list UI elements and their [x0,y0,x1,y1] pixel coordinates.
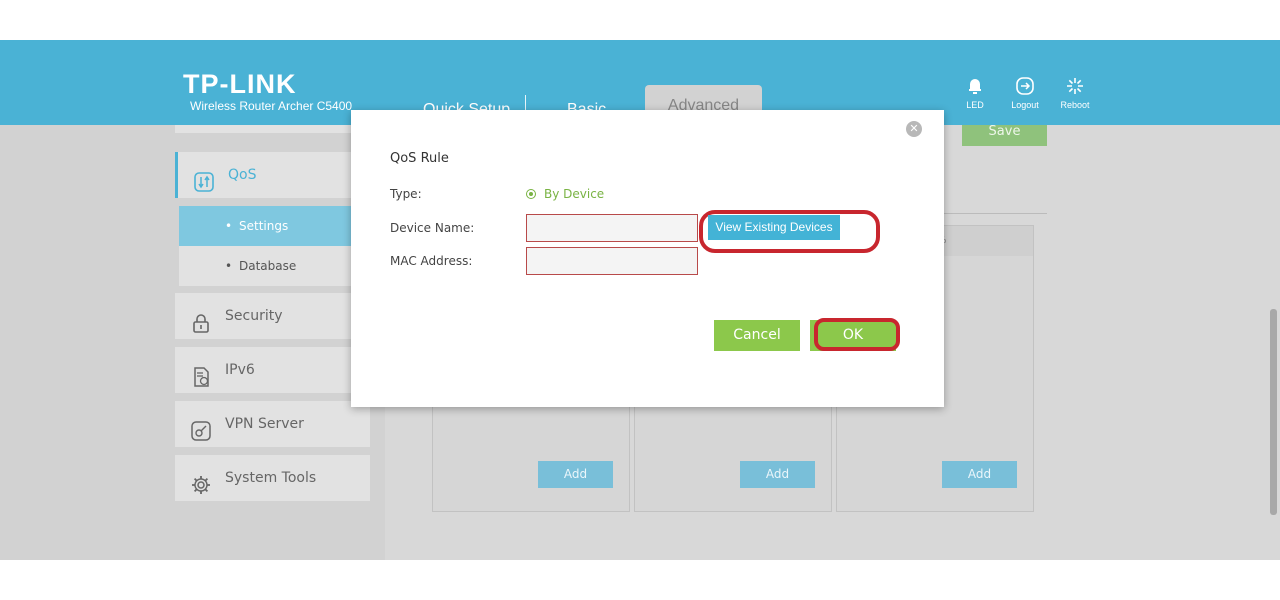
bullet: • [225,259,233,273]
sidebar-item-system-tools[interactable]: System Tools [175,455,370,501]
sidebar-item-qos[interactable]: QoS [175,152,370,198]
sidebar-subitem-database[interactable]: • Database [179,246,370,286]
reboot-icon [1055,77,1095,99]
highlight-circle [814,318,900,351]
close-icon[interactable]: ✕ [906,121,922,137]
by-device-label: By Device [544,187,605,201]
model-name: Wireless Router Archer C5400 [190,99,353,113]
sidebar-item-label: Security [225,308,283,324]
device-name-label: Device Name: [390,221,475,235]
add-button-middle[interactable]: Add [740,461,815,488]
ipv6-icon [191,360,211,387]
logout-label: Logout [1011,100,1039,110]
router-admin-app: Save Add Add % Add Parental Controls [0,40,1280,560]
sidebar-subitem-label: Settings [239,219,289,233]
mac-address-field[interactable] [526,247,698,275]
logout-icon [1005,77,1045,99]
reboot-label: Reboot [1060,100,1090,110]
sidebar-item-label: VPN Server [225,416,304,432]
mac-address-label: MAC Address: [390,254,473,268]
qos-icon [194,165,214,192]
add-button-high[interactable]: Add [538,461,613,488]
dialog-title: QoS Rule [390,151,449,166]
type-label: Type: [390,187,422,201]
bullet: • [225,219,233,233]
sidebar-subitem-settings[interactable]: • Settings [179,206,370,246]
sidebar-item-vpn-server[interactable]: VPN Server [175,401,370,447]
sidebar-item-label: IPv6 [225,362,255,378]
sidebar-subitem-label: Database [239,259,297,273]
cancel-button[interactable]: Cancel [714,320,800,351]
page-scrollbar[interactable] [1270,309,1277,515]
lock-icon [191,306,211,333]
led-button[interactable]: LED [955,77,995,111]
sidebar-item-security[interactable]: Security [175,293,370,339]
brand-logo: TP-LINK [183,69,297,99]
sidebar-item-ipv6[interactable]: IPv6 [175,347,370,393]
vpn-icon [191,414,211,441]
logout-button[interactable]: Logout [1005,77,1045,111]
view-existing-devices-button[interactable]: View Existing Devices [708,215,840,240]
device-name-field[interactable] [526,214,698,242]
reboot-button[interactable]: Reboot [1055,77,1095,111]
by-device-radio[interactable] [526,189,536,199]
led-bell-icon [955,77,995,99]
sidebar-item-label: System Tools [225,470,317,486]
qos-rule-dialog: ✕ QoS Rule Type: By Device Device Name: … [351,110,944,407]
sidebar-item-label: QoS [228,167,257,183]
save-button[interactable]: Save [962,125,1047,146]
add-button-low[interactable]: Add [942,461,1017,488]
led-label: LED [966,100,984,110]
gear-icon [191,468,211,494]
